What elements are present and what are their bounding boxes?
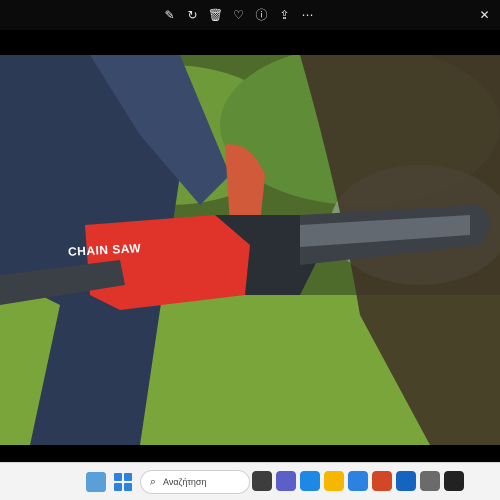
edit-icon[interactable]: ✎	[160, 5, 179, 24]
widgets-icon[interactable]	[86, 472, 106, 492]
share-icon[interactable]: ⇪	[275, 5, 294, 24]
start-button[interactable]	[114, 473, 132, 491]
taskbar-apps	[252, 471, 464, 491]
viewer-toolbar: ✎ ↻ 🗑 ♡ ⓘ ⇪ ⋯ ✕	[0, 0, 500, 30]
explorer-icon[interactable]	[324, 471, 344, 491]
rotate-icon[interactable]: ↻	[183, 5, 202, 24]
start-tile	[124, 483, 132, 491]
search-box[interactable]: ⌕ Αναζήτηση	[140, 470, 250, 494]
search-icon: ⌕	[149, 475, 157, 488]
task-view-icon[interactable]	[252, 471, 272, 491]
start-tile	[114, 483, 122, 491]
camera-icon[interactable]	[444, 471, 464, 491]
teams-icon[interactable]	[276, 471, 296, 491]
store-icon[interactable]	[348, 471, 368, 491]
close-icon[interactable]: ✕	[475, 5, 494, 24]
chainsaw-photo: CHAIN SAW	[0, 55, 500, 445]
favorite-icon[interactable]: ♡	[229, 5, 248, 24]
office-icon[interactable]	[372, 471, 392, 491]
settings-icon[interactable]	[420, 471, 440, 491]
photo-viewer-window: ✎ ↻ 🗑 ♡ ⓘ ⇪ ⋯ ✕ CHAIN SAW ⌕ Αναζήτηση	[0, 0, 500, 500]
search-placeholder: Αναζήτηση	[163, 477, 207, 487]
info-icon[interactable]: ⓘ	[252, 5, 271, 24]
taskbar: ⌕ Αναζήτηση	[0, 462, 500, 500]
more-icon[interactable]: ⋯	[298, 5, 317, 24]
photos-icon[interactable]	[396, 471, 416, 491]
start-tile	[124, 473, 132, 481]
delete-icon[interactable]: 🗑	[206, 5, 225, 24]
start-tile	[114, 473, 122, 481]
edge-icon[interactable]	[300, 471, 320, 491]
toolbar-icons: ✎ ↻ 🗑 ♡ ⓘ ⇪ ⋯	[160, 5, 317, 24]
